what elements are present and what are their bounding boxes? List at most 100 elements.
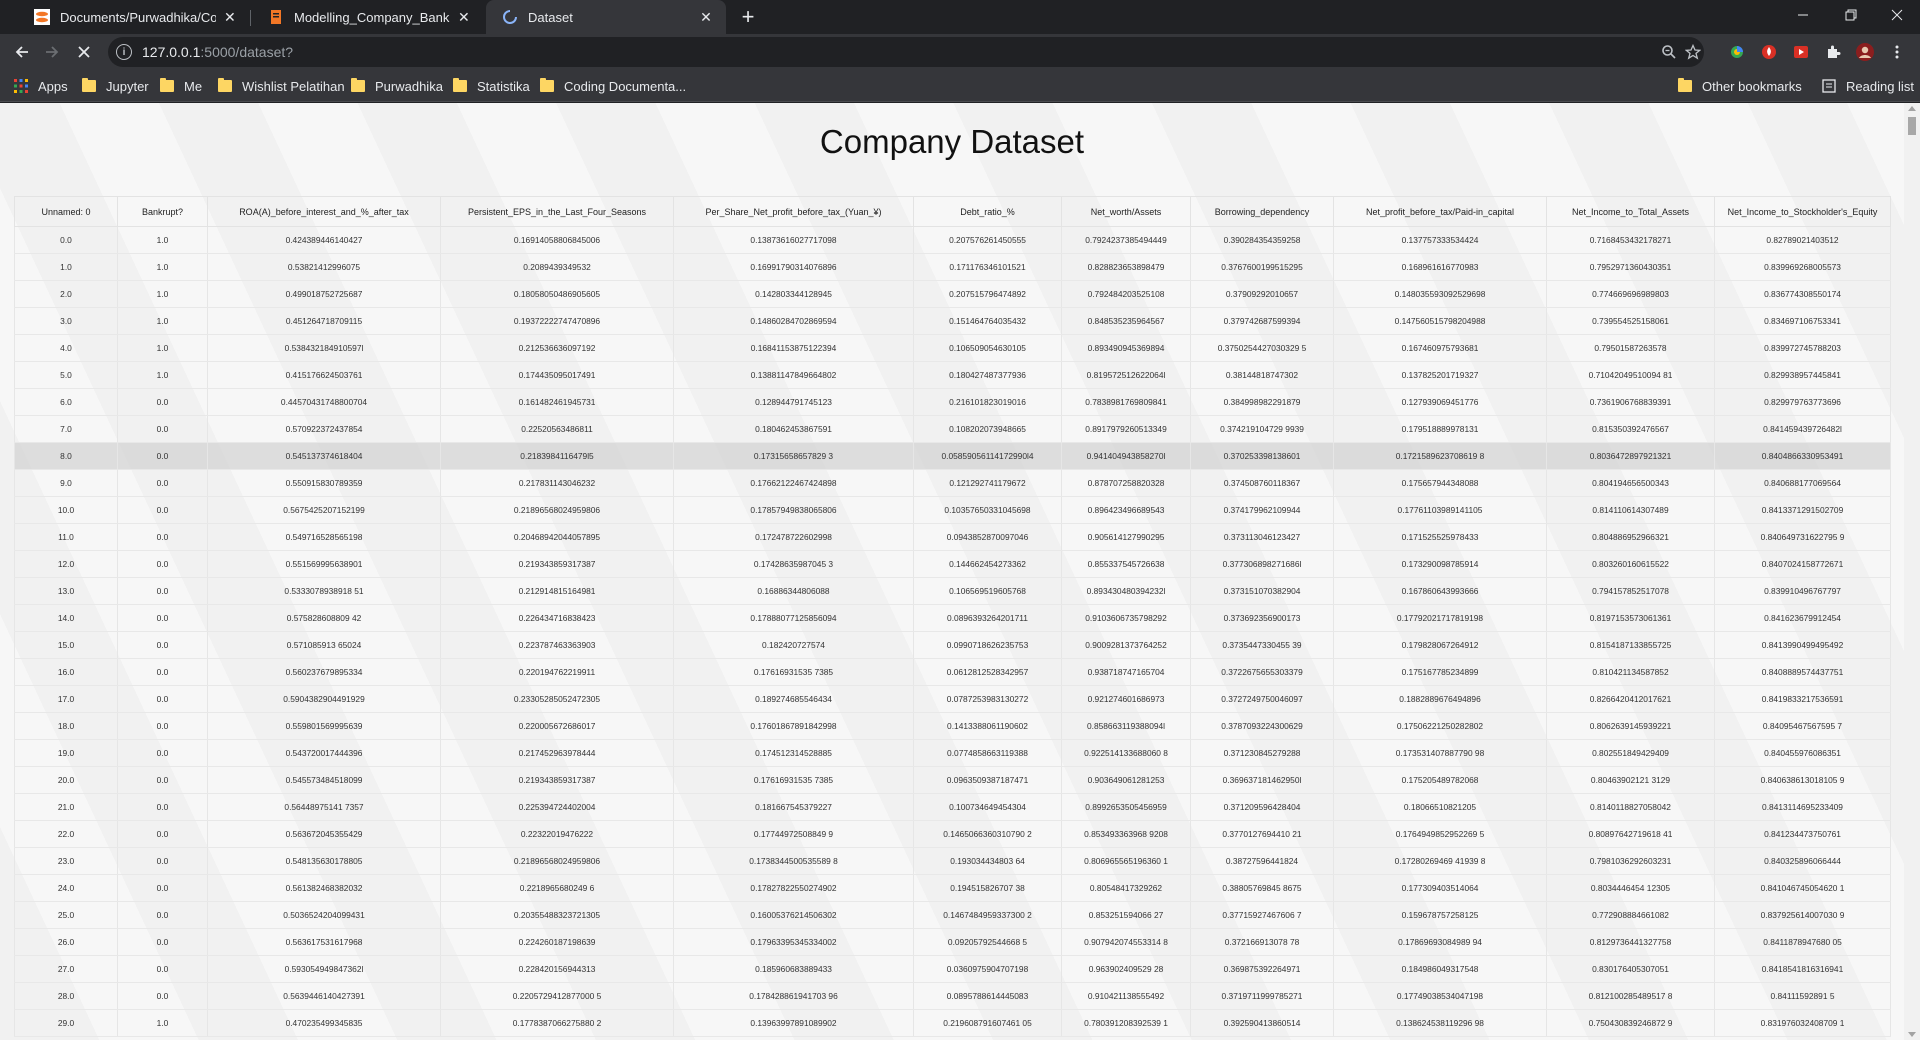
bookmark-wishlist-pelatihan[interactable]: Wishlist Pelatihan xyxy=(218,70,345,102)
table-cell: 0.18066510821205 xyxy=(1333,793,1547,821)
zoom-icon[interactable] xyxy=(1660,43,1678,61)
close-window-button[interactable] xyxy=(1874,0,1920,30)
scroll-up-arrow-icon[interactable] xyxy=(1908,106,1916,111)
menu-kebab-icon[interactable] xyxy=(1887,42,1907,62)
table-cell: 0.80463902121 3129 xyxy=(1546,766,1715,794)
table-cell: 0.0 xyxy=(117,955,208,983)
table-row: 21.0 0.0 0.56448975141 7357 0.2253947244020… xyxy=(14,793,1891,821)
extensions-puzzle-icon[interactable] xyxy=(1823,42,1843,62)
bookmark-apps[interactable]: Apps xyxy=(14,70,68,102)
table-cell: 15.0 xyxy=(14,631,118,659)
table-row: 20.0 0.0 0.545573484518099 0.21934385931738… xyxy=(14,766,1891,794)
tab-dataset[interactable]: Dataset ✕ xyxy=(486,0,726,34)
forward-button[interactable] xyxy=(38,38,66,66)
table-cell: 0.17616931535 7385 xyxy=(673,658,914,686)
table-cell: 0.893430480394232l xyxy=(1061,577,1191,605)
profile-avatar[interactable] xyxy=(1855,42,1875,62)
extension-video-icon[interactable] xyxy=(1791,42,1811,62)
table-cell: 0.224260187198639 xyxy=(440,928,674,956)
table-cell: 0.181667545379227 xyxy=(673,793,914,821)
table-cell: 0.147560515798204988 xyxy=(1333,307,1547,335)
bookmark-jupyter[interactable]: Jupyter xyxy=(82,70,149,102)
jupyter-icon xyxy=(34,9,50,25)
close-icon[interactable]: ✕ xyxy=(456,7,472,27)
back-button[interactable] xyxy=(8,38,36,66)
reading-list[interactable]: Reading list xyxy=(1822,70,1914,102)
table-cell: 0.806965565196360 1 xyxy=(1061,847,1191,875)
table-cell: 0.8197153573061361 xyxy=(1546,604,1715,632)
other-bookmarks[interactable]: Other bookmarks xyxy=(1678,70,1802,102)
table-cell: 0.0 xyxy=(117,901,208,929)
extension-colorful-icon[interactable] xyxy=(1727,42,1747,62)
site-info-icon[interactable]: i xyxy=(116,44,132,60)
table-cell: 0.373151070382904 xyxy=(1190,577,1334,605)
browser-toolbar: i 127.0.0.1:5000/dataset? xyxy=(0,34,1920,70)
minimize-button[interactable] xyxy=(1780,0,1826,30)
table-cell: 12.0 xyxy=(14,550,118,578)
table-cell: 0.137825201719327 xyxy=(1333,361,1547,389)
table-cell: 0.179518889978131 xyxy=(1333,415,1547,443)
tab-modelling-notebook[interactable]: Modelling_Company_Bankruptcy ✕ xyxy=(252,0,482,34)
table-cell: 1.0 xyxy=(117,1009,208,1037)
table-cell: 0.19372222747470896 xyxy=(440,307,674,335)
stop-loading-button[interactable] xyxy=(70,38,98,66)
table-cell: 0.560237679895334 xyxy=(207,658,441,686)
close-icon[interactable]: ✕ xyxy=(696,7,716,27)
table-row: 25.0 0.0 0.5036524204099431 0.2035548832372… xyxy=(14,901,1891,929)
table-cell: 0.137757333534424 xyxy=(1333,226,1547,254)
table-cell: 0.9009281373764252 xyxy=(1061,631,1191,659)
table-cell: 0.5036524204099431 xyxy=(207,901,441,929)
table-cell: 0.855337545726638 xyxy=(1061,550,1191,578)
table-row: 19.0 0.0 0.543720017444396 0.21745296397844… xyxy=(14,739,1891,767)
table-cell: 0.2205729412877000 5 xyxy=(440,982,674,1010)
extension-red-drop-icon[interactable] xyxy=(1759,42,1779,62)
table-cell: 0.16914058806845006 xyxy=(440,226,674,254)
table-cell: 0.223787463363903 xyxy=(440,631,674,659)
tab-jupyter-documents[interactable]: Documents/Purwadhika/Compan ✕ xyxy=(18,0,248,34)
table-cell: 0.373692356900173 xyxy=(1190,604,1334,632)
table-cell: 0.373113046123427 xyxy=(1190,523,1334,551)
new-tab-button[interactable]: + xyxy=(735,4,761,30)
folder-icon xyxy=(1678,78,1692,92)
page-scrollbar[interactable] xyxy=(1904,103,1920,1040)
table-cell: 0.963902409529 28 xyxy=(1061,955,1191,983)
bookmark-star-icon[interactable] xyxy=(1684,43,1702,61)
table-cell: 0.0943852870097046 xyxy=(913,523,1062,551)
table-cell: 29.0 xyxy=(14,1009,118,1037)
address-bar[interactable]: i 127.0.0.1:5000/dataset? xyxy=(108,37,1704,67)
table-cell: 0.905614127990295 xyxy=(1061,523,1191,551)
bookmark-statistika[interactable]: Statistika xyxy=(453,70,530,102)
address-url[interactable]: 127.0.0.1:5000/dataset? xyxy=(142,44,293,60)
table-cell: 0.13881147849664802 xyxy=(673,361,914,389)
close-icon[interactable]: ✕ xyxy=(222,7,238,27)
table-cell: 0.839910496767797 xyxy=(1714,577,1891,605)
table-cell: 0.189274685546434 xyxy=(673,685,914,713)
table-cell: 0.499018752725687 xyxy=(207,280,441,308)
page-viewport: Company Dataset Unnamed: 0 Bankrupt? ROA(A… xyxy=(0,103,1920,1040)
table-row: 1.0 1.0 0.53821412996075 0.2089439349532 0.1… xyxy=(14,253,1891,281)
table-cell: 16.0 xyxy=(14,658,118,686)
table-cell: 0.8408889574437751 xyxy=(1714,658,1891,686)
table-cell: 0.20355488323721305 xyxy=(440,901,674,929)
bookmark-purwadhika[interactable]: Purwadhika xyxy=(351,70,443,102)
bookmark-me[interactable]: Me xyxy=(160,70,202,102)
table-cell: 10.0 xyxy=(14,496,118,524)
table-cell: 0.8140118827058042 xyxy=(1546,793,1715,821)
table-cell: 1.0 xyxy=(117,226,208,254)
scrollbar-thumb[interactable] xyxy=(1908,117,1916,135)
table-cell: 0.3750254427030329 5 xyxy=(1190,334,1334,362)
bookmark-label: Me xyxy=(184,78,203,94)
scroll-down-arrow-icon[interactable] xyxy=(1908,1032,1916,1037)
table-cell: 0.424389446140427 xyxy=(207,226,441,254)
bookmark-coding-documentation[interactable]: Coding Documenta... xyxy=(540,70,686,102)
restore-button[interactable] xyxy=(1828,0,1874,30)
table-cell: 0.17963395345334002 xyxy=(673,928,914,956)
table-cell: 0.548135630178805 xyxy=(207,847,441,875)
table-cell: 0.0 xyxy=(117,847,208,875)
table-cell: 0.415176624503761 xyxy=(207,361,441,389)
table-cell: 0.8411878947680 05 xyxy=(1714,928,1891,956)
table-cell: 0.21896568024959806 xyxy=(440,847,674,875)
table-cell: 0.8418541816316941 xyxy=(1714,955,1891,983)
tab-title: Documents/Purwadhika/Compan xyxy=(60,9,216,25)
folder-icon xyxy=(540,78,554,92)
